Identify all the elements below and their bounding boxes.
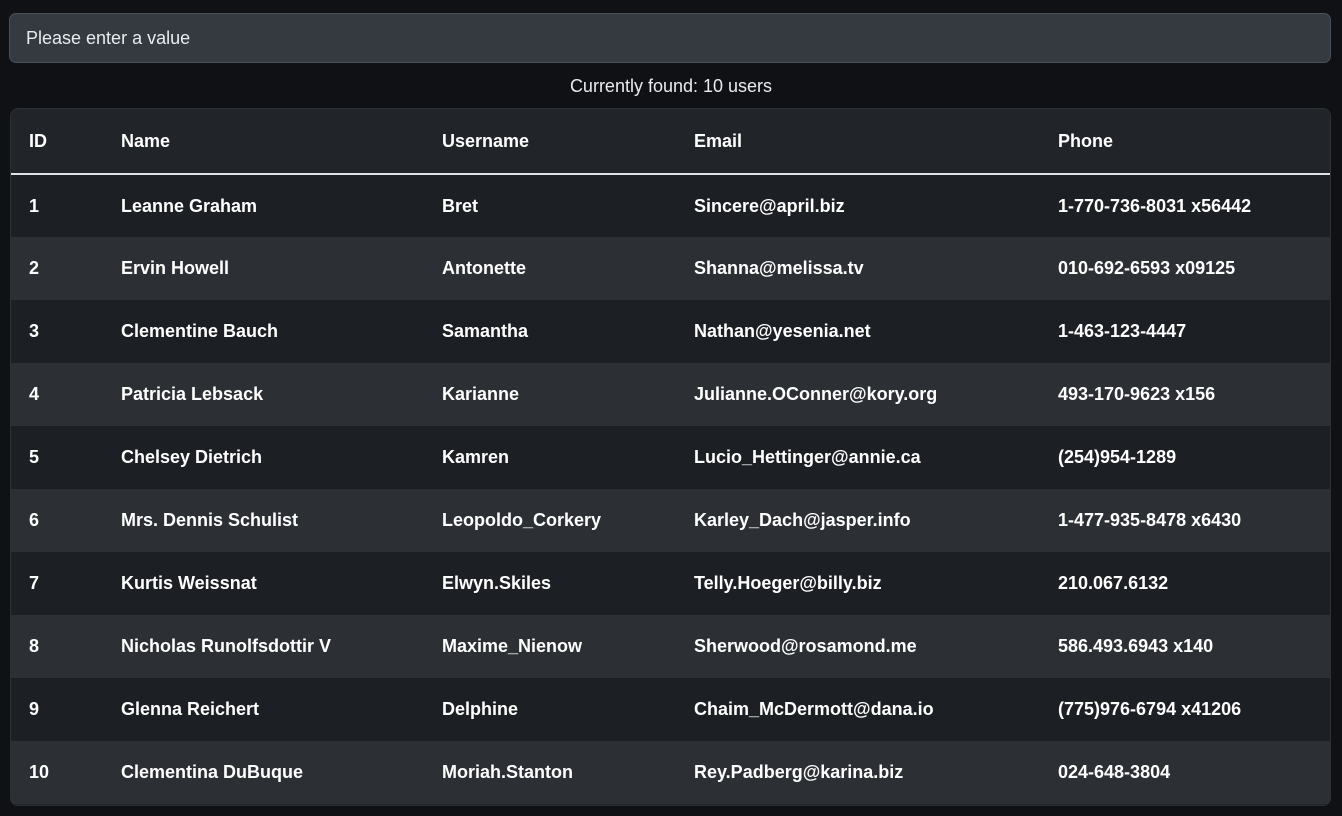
cell-name: Glenna Reichert xyxy=(121,699,260,719)
users-table-container: ID Name Username Email Phone 1 Leanne Gra… xyxy=(10,108,1331,806)
cell-name: Clementina DuBuque xyxy=(121,762,304,782)
cell-email: Telly.Hoeger@billy.biz xyxy=(694,573,882,593)
column-header-id[interactable]: ID xyxy=(11,109,121,174)
table-row[interactable]: 6 Mrs. Dennis Schulist Leopoldo_Corkery Kar… xyxy=(11,489,1330,552)
cell-phone: 210.067.6132 xyxy=(1058,573,1169,593)
column-header-name[interactable]: Name xyxy=(121,109,442,174)
page: Currently found: 10 users ID Name Userna… xyxy=(0,0,1342,816)
table-row[interactable]: 10 Clementina DuBuque Moriah.Stanton Rey.Pa… xyxy=(11,741,1330,804)
cell-id: 1 xyxy=(29,195,40,216)
cell-name: Patricia Lebsack xyxy=(121,384,264,404)
cell-id: 3 xyxy=(29,321,40,341)
cell-phone: (775)976-6794 x41206 xyxy=(1058,699,1242,719)
cell-phone: 024-648-3804 xyxy=(1058,762,1171,782)
table-row[interactable]: 1 Leanne Graham Bret Sincere@april.biz 1-770… xyxy=(11,174,1330,237)
table-header: ID Name Username Email Phone xyxy=(11,109,1330,174)
header-row: ID Name Username Email Phone xyxy=(11,109,1330,174)
cell-username: Karianne xyxy=(442,384,520,404)
cell-id: 2 xyxy=(29,258,40,278)
cell-email: Julianne.OConner@kory.org xyxy=(694,384,938,404)
table-row[interactable]: 5 Chelsey Dietrich Kamren Lucio_Hettinger@a… xyxy=(11,426,1330,489)
cell-phone: 010-692-6593 x09125 xyxy=(1058,258,1236,278)
cell-username: Elwyn.Skiles xyxy=(442,573,552,593)
cell-phone: 493-170-9623 x156 xyxy=(1058,384,1216,404)
cell-email: Karley_Dach@jasper.info xyxy=(694,510,911,530)
cell-email: Sincere@april.biz xyxy=(694,195,845,216)
cell-email: Lucio_Hettinger@annie.ca xyxy=(694,447,921,467)
cell-username: Leopoldo_Corkery xyxy=(442,510,602,530)
cell-phone: 586.493.6943 x140 xyxy=(1058,636,1214,656)
cell-phone: (254)954-1289 xyxy=(1058,447,1177,467)
results-count: Currently found: 10 users xyxy=(569,76,773,96)
table-row[interactable]: 4 Patricia Lebsack Karianne Julianne.OConne… xyxy=(11,363,1330,426)
cell-id: 10 xyxy=(29,762,50,782)
table-row[interactable]: 8 Nicholas Runolfsdottir V Maxime_Nienow Sh… xyxy=(11,615,1330,678)
cell-name: Leanne Graham xyxy=(121,195,258,216)
search-input[interactable] xyxy=(9,13,1331,63)
cell-email: Sherwood@rosamond.me xyxy=(694,636,917,656)
cell-username: Antonette xyxy=(442,258,526,278)
cell-id: 6 xyxy=(29,510,40,530)
cell-phone: 1-477-935-8478 x6430 xyxy=(1058,510,1242,530)
cell-username: Kamren xyxy=(442,447,510,467)
table-body: 1 Leanne Graham Bret Sincere@april.biz 1-770… xyxy=(11,174,1330,804)
cell-username: Delphine xyxy=(442,699,519,719)
table-row[interactable]: 7 Kurtis Weissnat Elwyn.Skiles Telly.Hoeger… xyxy=(11,552,1330,615)
cell-name: Kurtis Weissnat xyxy=(121,573,257,593)
cell-name: Ervin Howell xyxy=(121,258,230,278)
cell-name: Mrs. Dennis Schulist xyxy=(121,510,299,530)
table-row[interactable]: 3 Clementine Bauch Samantha Nathan@yesenia.… xyxy=(11,300,1330,363)
cell-name: Clementine Bauch xyxy=(121,321,279,341)
cell-id: 4 xyxy=(29,384,40,404)
cell-name: Nicholas Runolfsdottir V xyxy=(121,636,332,656)
column-header-username[interactable]: Username xyxy=(442,109,694,174)
cell-id: 7 xyxy=(29,573,40,593)
table-row[interactable]: 2 Ervin Howell Antonette Shanna@melissa.tv 0… xyxy=(11,237,1330,300)
cell-id: 5 xyxy=(29,447,40,467)
cell-name: Chelsey Dietrich xyxy=(121,447,263,467)
table-row[interactable]: 9 Glenna Reichert Delphine Chaim_McDermott@… xyxy=(11,678,1330,741)
cell-phone: 1-463-123-4447 xyxy=(1058,321,1187,341)
column-header-phone[interactable]: Phone xyxy=(1058,109,1330,174)
cell-username: Bret xyxy=(442,195,479,216)
cell-email: Shanna@melissa.tv xyxy=(694,258,864,278)
cell-username: Maxime_Nienow xyxy=(442,636,583,656)
users-table: ID Name Username Email Phone 1 Leanne Gra… xyxy=(11,109,1330,804)
cell-email: Nathan@yesenia.net xyxy=(694,321,871,341)
cell-email: Chaim_McDermott@dana.io xyxy=(694,699,934,719)
cell-phone: 1-770-736-8031 x56442 xyxy=(1058,195,1252,216)
cell-username: Moriah.Stanton xyxy=(442,762,573,782)
column-header-email[interactable]: Email xyxy=(694,109,1058,174)
cell-username: Samantha xyxy=(442,321,529,341)
cell-id: 8 xyxy=(29,636,40,656)
cell-id: 9 xyxy=(29,699,40,719)
cell-email: Rey.Padberg@karina.biz xyxy=(694,762,904,782)
